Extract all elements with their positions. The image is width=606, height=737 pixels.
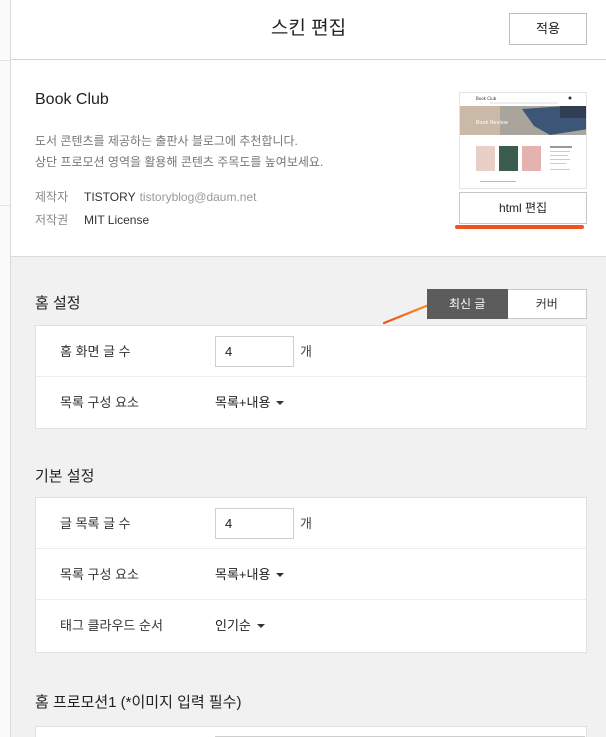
skin-edit-panel: 스킨 편집 적용 Book Club 도서 콘텐츠를 제공하는 출판사 블로그에… bbox=[11, 0, 606, 737]
promotion1-title: 홈 프로모션1 (*이미지 입력 필수) bbox=[35, 694, 242, 711]
setting-row: 목록 구성 요소 목록+내용 bbox=[36, 549, 586, 600]
caret-down-icon bbox=[276, 573, 285, 577]
skin-name: Book Club bbox=[35, 91, 109, 108]
skin-description: 도서 콘텐츠를 제공하는 출판사 블로그에 추천합니다. 상단 프로모션 영역을… bbox=[35, 131, 323, 173]
home-post-count-label: 홈 화면 글 수 bbox=[60, 344, 131, 359]
setting-row: 목록 구성 요소 목록+내용 bbox=[36, 377, 586, 428]
unit-label: 개 bbox=[300, 516, 312, 531]
home-settings-card: 홈 화면 글 수 개 목록 구성 요소 목록+내용 bbox=[35, 325, 587, 429]
basic-settings-card: 글 목록 글 수 개 목록 구성 요소 목록+내용 태그 클라우드 순서 인기순 bbox=[35, 497, 587, 653]
select-value: 목록+내용 bbox=[215, 395, 271, 410]
skin-description-line: 상단 프로모션 영역을 활용해 콘텐츠 주목도를 높여보세요. bbox=[35, 155, 324, 169]
maker-name: TISTORY bbox=[84, 190, 136, 204]
select-value: 인기순 bbox=[215, 618, 251, 633]
skin-info-section: Book Club 도서 콘텐츠를 제공하는 출판사 블로그에 추천합니다. 상… bbox=[11, 60, 606, 325]
setting-row: 글 목록 글 수 개 bbox=[36, 498, 586, 549]
apply-button[interactable]: 적용 bbox=[509, 13, 587, 45]
home-list-element-select[interactable]: 목록+내용 bbox=[215, 377, 285, 428]
home-post-count-input[interactable] bbox=[215, 336, 294, 367]
promotion1-card bbox=[35, 726, 587, 737]
maker-row: 제작자 TISTORY tistoryblog@daum.net bbox=[35, 188, 256, 205]
skin-thumbnail: Book Club Book Review bbox=[459, 92, 587, 189]
license-label: 저작권 bbox=[35, 213, 69, 227]
unit-label: 개 bbox=[300, 344, 312, 359]
caret-down-icon bbox=[276, 401, 285, 405]
basic-settings-title: 기본 설정 bbox=[35, 468, 95, 485]
setting-row: 홈 화면 글 수 개 bbox=[36, 326, 586, 377]
maker-label: 제작자 bbox=[35, 190, 69, 204]
left-sidebar-edge bbox=[0, 0, 11, 737]
sidebar-divider bbox=[0, 205, 10, 206]
license-row: 저작권 MIT License bbox=[35, 211, 149, 228]
list-post-count-input[interactable] bbox=[215, 508, 294, 539]
thumbnail-site-title: Book Club bbox=[476, 96, 497, 101]
toggle-cover[interactable]: 커버 bbox=[507, 289, 587, 319]
license-value: MIT License bbox=[84, 213, 150, 227]
home-type-toggle: 최신 글 커버 bbox=[427, 289, 587, 319]
maker-email: tistoryblog@daum.net bbox=[139, 190, 257, 204]
home-settings-title: 홈 설정 bbox=[35, 295, 81, 312]
panel-header: 스킨 편집 적용 bbox=[11, 0, 606, 60]
sidebar-divider bbox=[0, 60, 10, 61]
toggle-latest-posts[interactable]: 최신 글 bbox=[427, 289, 508, 319]
list-post-count-label: 글 목록 글 수 bbox=[60, 516, 131, 531]
select-value: 목록+내용 bbox=[215, 567, 271, 582]
tag-cloud-order-label: 태그 클라우드 순서 bbox=[60, 618, 163, 633]
thumbnail-banner-text: Book Review bbox=[476, 120, 508, 126]
caret-down-icon bbox=[256, 624, 265, 628]
setting-row: 태그 클라우드 순서 인기순 bbox=[36, 600, 586, 651]
html-edit-button[interactable]: html 편집 bbox=[459, 192, 587, 224]
skin-description-line: 도서 콘텐츠를 제공하는 출판사 블로그에 추천합니다. bbox=[35, 134, 298, 148]
skin-thumbnail-image: Book Club Book Review bbox=[460, 93, 586, 188]
list-element-select[interactable]: 목록+내용 bbox=[215, 549, 285, 600]
highlight-underline bbox=[455, 225, 584, 229]
list-element-label: 목록 구성 요소 bbox=[60, 567, 139, 582]
home-list-element-label: 목록 구성 요소 bbox=[60, 395, 139, 410]
tag-cloud-order-select[interactable]: 인기순 bbox=[215, 600, 265, 651]
